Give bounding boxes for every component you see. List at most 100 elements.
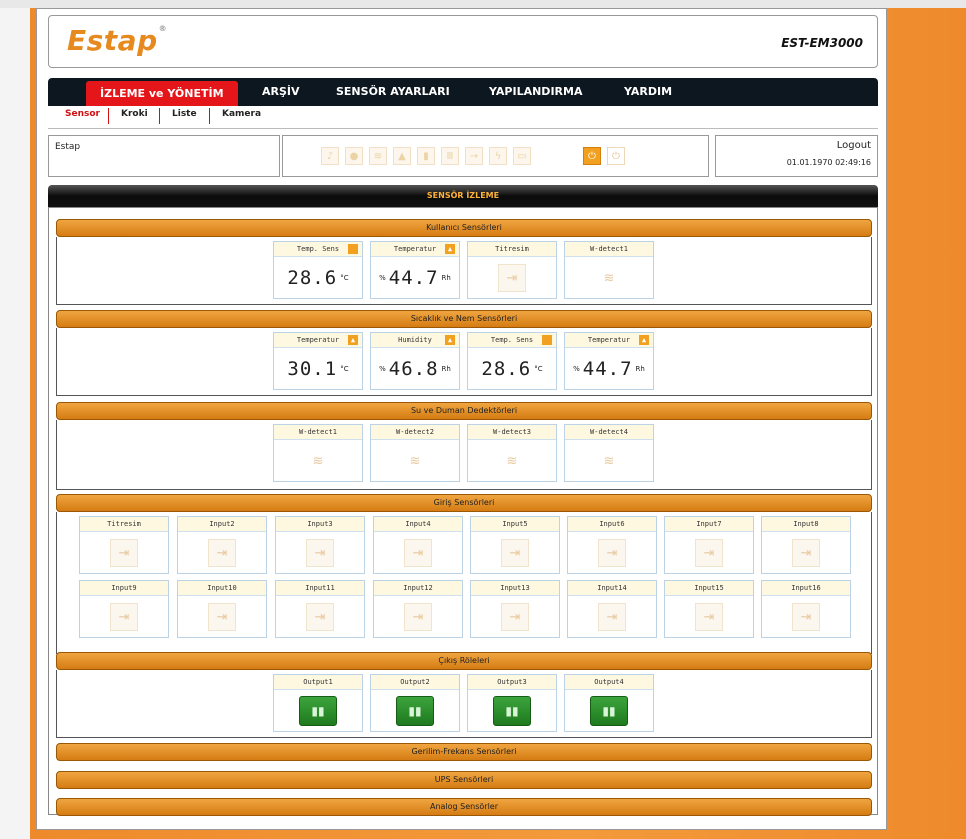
card-title: Input13 [471, 581, 559, 596]
relay-card[interactable]: Output2 ▮▮ [370, 674, 460, 732]
card-title: Input2 [178, 517, 266, 532]
relay-card[interactable]: Output4 ▮▮ [564, 674, 654, 732]
section-body: Temperatur ▲ 30.1 °C Humidity ▲ % 46.8 Rh Tem… [56, 328, 872, 396]
section-header[interactable]: Çıkış Röleleri [56, 652, 872, 670]
input-card[interactable]: Input3 ⇥ [275, 516, 365, 574]
input-card[interactable]: Input7 ⇥ [664, 516, 754, 574]
input-card[interactable]: Input15 ⇥ [664, 580, 754, 638]
input-card[interactable]: Input9 ⇥ [79, 580, 169, 638]
input-icon: ⇥ [208, 603, 236, 631]
sensor-card[interactable]: Titresim ⇥ [467, 241, 557, 299]
section-kullanici: Kullanıcı Sensörleri Temp. Sens 28.6 °C T… [56, 219, 872, 305]
card-title: Output1 [274, 675, 362, 690]
logout-link[interactable]: Logout [837, 140, 871, 151]
door-icon[interactable]: ▮ [417, 147, 435, 165]
input-card[interactable]: Input10 ⇥ [177, 580, 267, 638]
input-card[interactable]: Input13 ⇥ [470, 580, 560, 638]
alarm-flag-icon: ▲ [348, 335, 358, 345]
card-title: Temp. Sens [296, 245, 340, 253]
card-prefix: % [379, 274, 386, 282]
card-prefix: % [379, 365, 386, 373]
input-card[interactable]: Input4 ⇥ [373, 516, 463, 574]
section-header[interactable]: Giriş Sensörleri [56, 494, 872, 512]
section-cikis: Çıkış Röleleri Output1 ▮▮ Output2 ▮▮ Outpu… [56, 652, 872, 738]
section-header[interactable]: Kullanıcı Sensörleri [56, 219, 872, 237]
nav-yardim[interactable]: YARDIM [624, 78, 672, 106]
sensor-card[interactable]: W-detect1 ≋ [564, 241, 654, 299]
card-value: 44.7 [582, 358, 633, 380]
input-icon: ⇥ [501, 603, 529, 631]
datetime: 01.01.1970 02:49:16 [786, 158, 871, 167]
drop-icon[interactable]: ● [345, 147, 363, 165]
section-header[interactable]: Su ve Duman Dedektörleri [56, 402, 872, 420]
nav-izleme[interactable]: İZLEME ve YÖNETİM [86, 81, 238, 106]
relay-card[interactable]: Output3 ▮▮ [467, 674, 557, 732]
input-card[interactable]: Input5 ⇥ [470, 516, 560, 574]
power-icon[interactable]: ϟ [489, 147, 507, 165]
card-title: W-detect4 [590, 428, 628, 436]
relay-card[interactable]: Output1 ▮▮ [273, 674, 363, 732]
input-icon: ⇥ [404, 603, 432, 631]
subnav-divider [209, 108, 210, 124]
input-card[interactable]: Input6 ⇥ [567, 516, 657, 574]
sound-icon[interactable]: ♪ [321, 147, 339, 165]
input-card[interactable]: Input2 ⇥ [177, 516, 267, 574]
sensor-card[interactable]: W-detect4 ≋ [564, 424, 654, 482]
sensor-card[interactable]: W-detect3 ≋ [467, 424, 557, 482]
card-title: Input4 [374, 517, 462, 532]
section-body: Titresim ⇥ Input2 ⇥ Input3 ⇥ Input4 ⇥ Input5… [56, 512, 872, 654]
fire-icon[interactable]: ▲ [393, 147, 411, 165]
water-icon[interactable]: ≋ [369, 147, 387, 165]
plug-off-icon[interactable]: ⏻ [607, 147, 625, 165]
sensor-card[interactable]: W-detect1 ≋ [273, 424, 363, 482]
input-icon: ⇥ [306, 539, 334, 567]
input-card[interactable]: Input8 ⇥ [761, 516, 851, 574]
input-icon: ⇥ [501, 539, 529, 567]
relay-switch-icon[interactable]: ▮▮ [299, 696, 337, 726]
relay-switch-icon[interactable]: ▮▮ [396, 696, 434, 726]
heater-icon[interactable]: Ⅲ [441, 147, 459, 165]
sensor-card[interactable]: Temperatur ▲ % 44.7 Rh [370, 241, 460, 299]
card-title: Output3 [468, 675, 556, 690]
section-ups: UPS Sensörleri [56, 771, 872, 789]
input-icon: ⇥ [598, 539, 626, 567]
input-icon[interactable]: → [465, 147, 483, 165]
section-header[interactable]: UPS Sensörleri [56, 771, 872, 789]
sensor-card[interactable]: Temperatur ▲ 30.1 °C [273, 332, 363, 390]
card-title: Input8 [762, 517, 850, 532]
section-header[interactable]: Gerilim-Frekans Sensörleri [56, 743, 872, 761]
input-card[interactable]: Input11 ⇥ [275, 580, 365, 638]
nav-sensor-ayarlari[interactable]: SENSÖR AYARLARI [336, 78, 450, 106]
sensor-card[interactable]: Temp. Sens 28.6 °C [273, 241, 363, 299]
nav-arsiv[interactable]: ARŞİV [262, 78, 300, 106]
water-icon: ≋ [603, 270, 615, 286]
water-icon: ≋ [312, 453, 324, 469]
alarm-flag-icon: ▲ [639, 335, 649, 345]
nav-yapilandirma[interactable]: YAPILANDIRMA [489, 78, 582, 106]
card-title: Input11 [276, 581, 364, 596]
section-header[interactable]: Sıcaklık ve Nem Sensörleri [56, 310, 872, 328]
input-card[interactable]: Input16 ⇥ [761, 580, 851, 638]
card-title: Titresim [495, 245, 529, 253]
estap-logo: Estap® [67, 24, 168, 57]
battery-icon[interactable]: ▭ [513, 147, 531, 165]
input-icon: ⇥ [110, 603, 138, 631]
card-title: W-detect3 [493, 428, 531, 436]
sensor-card[interactable]: Temperatur ▲ % 44.7 Rh [564, 332, 654, 390]
subnav-kamera[interactable]: Kamera [222, 109, 261, 119]
subnav-liste[interactable]: Liste [172, 109, 197, 119]
input-card[interactable]: Input14 ⇥ [567, 580, 657, 638]
relay-switch-icon[interactable]: ▮▮ [590, 696, 628, 726]
section-body: W-detect1 ≋ W-detect2 ≋ W-detect3 ≋ W-de… [56, 420, 872, 490]
sensor-card[interactable]: Humidity ▲ % 46.8 Rh [370, 332, 460, 390]
input-card[interactable]: Titresim ⇥ [79, 516, 169, 574]
plug-on-icon[interactable]: ⏻ [583, 147, 601, 165]
sensor-card[interactable]: W-detect2 ≋ [370, 424, 460, 482]
sensor-card[interactable]: Temp. Sens 28.6 °C [467, 332, 557, 390]
subnav-sensor[interactable]: Sensor [65, 109, 100, 119]
section-header[interactable]: Analog Sensörler [56, 798, 872, 816]
card-value: 46.8 [388, 358, 439, 380]
subnav-kroki[interactable]: Kroki [121, 109, 148, 119]
input-card[interactable]: Input12 ⇥ [373, 580, 463, 638]
relay-switch-icon[interactable]: ▮▮ [493, 696, 531, 726]
